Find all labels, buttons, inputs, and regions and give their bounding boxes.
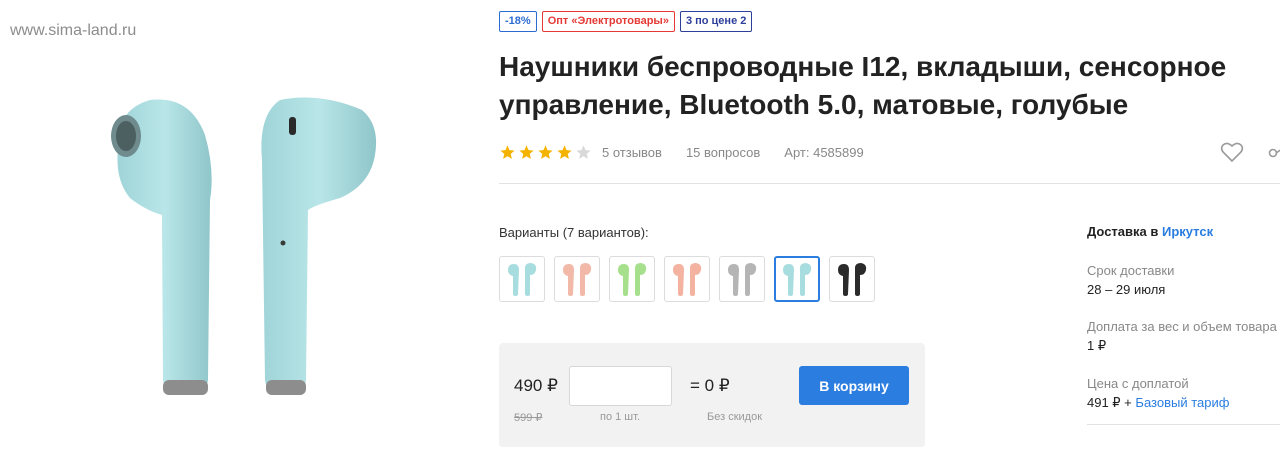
delivery-divider bbox=[1087, 424, 1280, 425]
earbuds-thumbnail-icon bbox=[563, 263, 592, 296]
surcharge-label: Доплата за вес и объем товара bbox=[1087, 319, 1277, 334]
delivery-title: Доставка в Иркутск bbox=[1087, 224, 1280, 239]
questions-link[interactable]: 15 вопросов bbox=[686, 145, 760, 160]
variant-list bbox=[499, 256, 875, 302]
variant-thumbnail[interactable] bbox=[774, 256, 820, 302]
earbuds-thumbnail-icon bbox=[838, 263, 867, 296]
price-box: 490 ₽ 599 ₽ по 1 шт. = 0 ₽ Без скидок В … bbox=[499, 343, 925, 447]
wholesale-badge[interactable]: Опт «Электротовары» bbox=[541, 11, 675, 32]
discount-badge[interactable]: -18% bbox=[499, 11, 537, 32]
variant-thumbnail[interactable] bbox=[719, 256, 765, 302]
delivery-title-prefix: Доставка в bbox=[1087, 224, 1159, 239]
price-with-surcharge-amount: 491 ₽ + bbox=[1087, 395, 1132, 410]
earbuds-thumbnail-icon bbox=[728, 263, 757, 296]
earbuds-thumbnail-icon bbox=[783, 263, 812, 296]
old-price: 599 ₽ bbox=[514, 412, 543, 424]
delivery-term-label: Срок доставки bbox=[1087, 263, 1175, 278]
delivery-city-link[interactable]: Иркутск bbox=[1162, 224, 1213, 239]
watermark: www.sima-land.ru bbox=[10, 22, 137, 39]
article-number: Арт: 4585899 bbox=[784, 145, 864, 160]
reviews-link[interactable]: 5 отзывов bbox=[602, 145, 662, 160]
earbuds-thumbnail-icon bbox=[673, 263, 702, 296]
delivery-panel: Доставка в Иркутск Срок доставки 28 – 29… bbox=[1087, 224, 1280, 411]
star-filled-icon bbox=[557, 145, 572, 159]
rating-stars[interactable] bbox=[499, 144, 592, 161]
badges: -18% Опт «Электротовары» 3 по цене 2 bbox=[499, 11, 753, 32]
price-with-surcharge-label: Цена с доплатой bbox=[1087, 376, 1189, 391]
variant-thumbnail[interactable] bbox=[609, 256, 655, 302]
product-image[interactable] bbox=[90, 80, 420, 410]
add-to-cart-button[interactable]: В корзину bbox=[799, 366, 909, 405]
heart-icon[interactable] bbox=[1220, 141, 1244, 163]
star-empty-icon bbox=[576, 145, 591, 159]
compare-icon[interactable] bbox=[1268, 146, 1280, 160]
variant-thumbnail[interactable] bbox=[554, 256, 600, 302]
quantity-input[interactable] bbox=[569, 366, 672, 406]
variants-label: Варианты (7 вариантов): bbox=[499, 225, 649, 240]
surcharge-value: 1 ₽ bbox=[1087, 338, 1107, 353]
earbuds-thumbnail-icon bbox=[618, 263, 647, 296]
total-note: Без скидок bbox=[707, 411, 762, 423]
earbuds-thumbnail-icon bbox=[508, 263, 537, 296]
product-meta: 5 отзывов 15 вопросов Арт: 4585899 bbox=[499, 144, 864, 161]
delivery-term-value: 28 – 29 июля bbox=[1087, 282, 1166, 297]
total-price: = 0 ₽ bbox=[690, 376, 730, 395]
tariff-link[interactable]: Базовый тариф bbox=[1135, 395, 1229, 410]
star-filled-icon bbox=[500, 145, 515, 159]
promo-badge[interactable]: 3 по цене 2 bbox=[679, 11, 753, 32]
divider bbox=[499, 183, 1280, 184]
price-with-surcharge-value: 491 ₽ + Базовый тариф bbox=[1087, 395, 1280, 411]
star-filled-icon bbox=[538, 145, 553, 159]
earbuds-image bbox=[111, 97, 377, 395]
star-filled-icon bbox=[519, 145, 534, 159]
variant-thumbnail[interactable] bbox=[829, 256, 875, 302]
variant-thumbnail[interactable] bbox=[664, 256, 710, 302]
product-title: Наушники беспроводные I12, вкладыши, сен… bbox=[499, 51, 1227, 120]
variant-thumbnail[interactable] bbox=[499, 256, 545, 302]
price: 490 ₽ bbox=[514, 376, 558, 395]
quantity-note: по 1 шт. bbox=[600, 411, 641, 423]
